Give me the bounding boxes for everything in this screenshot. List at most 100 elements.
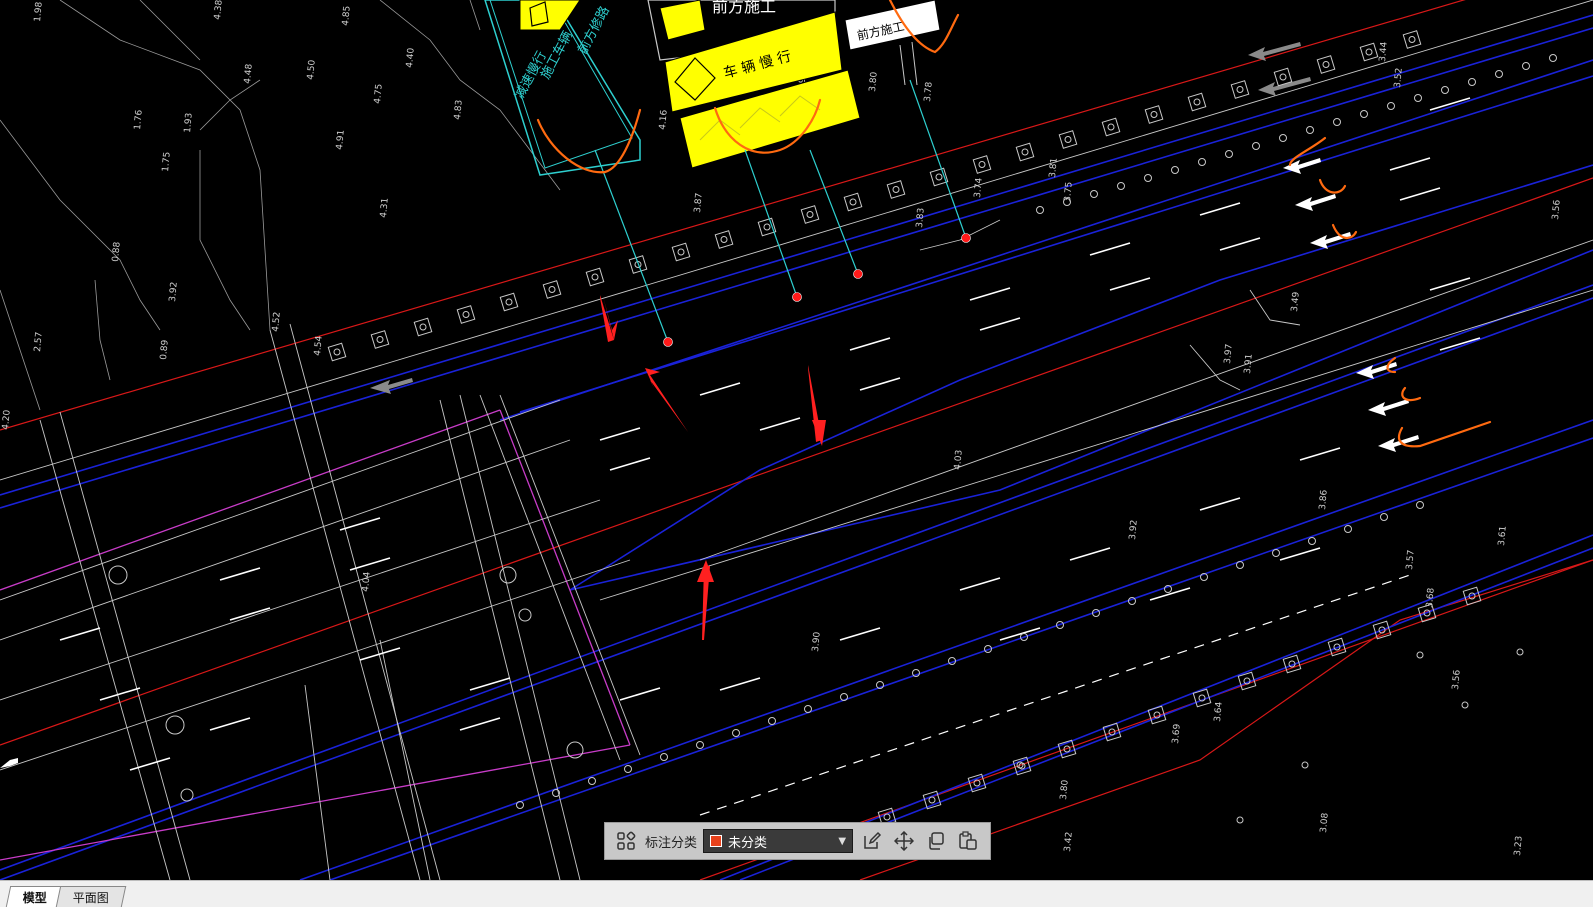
elevation-label: 3.90 bbox=[811, 631, 823, 652]
category-color-swatch bbox=[710, 835, 723, 847]
elevation-label: 3.91 bbox=[1243, 353, 1255, 374]
elevation-label: 3.52 bbox=[1393, 67, 1405, 88]
curb-square-dot bbox=[1322, 61, 1330, 68]
tree-circle bbox=[1198, 158, 1206, 166]
elevation-label: 3.57 bbox=[1405, 549, 1417, 570]
curb-square bbox=[1230, 80, 1250, 99]
curb-square bbox=[585, 267, 605, 287]
elevation-label: 4.54 bbox=[313, 335, 325, 356]
curb-square bbox=[1187, 92, 1207, 112]
elevation-label: 3.08 bbox=[1319, 812, 1331, 833]
tree-circle bbox=[1090, 190, 1098, 198]
tab-plan[interactable]: 平面图 bbox=[55, 886, 127, 907]
tree-circle bbox=[588, 777, 596, 785]
elevation-label: 3.56 bbox=[1551, 199, 1563, 220]
curb-square-dot bbox=[892, 186, 900, 193]
sign2-top: 前方施工 bbox=[712, 0, 776, 16]
tree-circle bbox=[1416, 651, 1424, 659]
curb-square-dot bbox=[935, 173, 943, 181]
curb-square bbox=[800, 205, 820, 224]
curb-square bbox=[1144, 105, 1164, 124]
elevation-label: 3.81 bbox=[1048, 157, 1060, 178]
curb-square bbox=[1058, 130, 1078, 149]
tree-circle bbox=[1380, 513, 1388, 521]
elevation-label: 3.92 bbox=[1128, 519, 1140, 540]
curb-square bbox=[370, 330, 390, 349]
elevation-label: 3.49 bbox=[1290, 291, 1302, 312]
tree-circle bbox=[1522, 62, 1530, 70]
curb-square-dot bbox=[1064, 136, 1072, 143]
elevation-label: 3.44 bbox=[1378, 41, 1390, 62]
lane-markings bbox=[59, 97, 1481, 771]
curb-square bbox=[1402, 30, 1422, 49]
elevation-label: 4.16 bbox=[658, 109, 670, 130]
tree-circle bbox=[1306, 126, 1314, 134]
annotation-toolbar: 标注分类 未分类 ▼ bbox=[604, 822, 991, 860]
elevation-label: 1.75 bbox=[161, 151, 173, 172]
paste-icon[interactable] bbox=[955, 828, 981, 854]
tree-circle bbox=[165, 715, 185, 735]
curb-square-dot bbox=[677, 248, 685, 256]
tree-circle bbox=[1279, 134, 1287, 142]
curb-square bbox=[929, 167, 949, 187]
tree-circle bbox=[732, 729, 740, 737]
curb-square bbox=[886, 180, 906, 199]
category-label: 标注分类 bbox=[645, 835, 698, 851]
grid-icon[interactable] bbox=[613, 828, 639, 854]
elevation-label: 4.91 bbox=[335, 129, 347, 150]
sign-one: 前方修路 施工车辆 减速慢行 bbox=[484, 0, 641, 176]
tree-circle bbox=[1333, 118, 1341, 126]
curb-square-dot bbox=[1107, 123, 1115, 131]
tab-model-label: 模型 bbox=[22, 890, 47, 905]
elevation-label: 4.83 bbox=[453, 99, 465, 120]
elevation-label: 3.83 bbox=[915, 207, 927, 228]
sign-two: 前方施工 车 辆 慢 行 bbox=[647, 0, 861, 169]
curb-square bbox=[542, 280, 562, 299]
curb-square-dot bbox=[1021, 148, 1029, 156]
tree-circle bbox=[1144, 174, 1152, 182]
elevation-label: 4.40 bbox=[405, 47, 417, 68]
tree-circle bbox=[1387, 102, 1395, 110]
move-icon[interactable] bbox=[891, 828, 917, 854]
tree-circles bbox=[108, 54, 1557, 824]
elevation-label: 4.38 bbox=[213, 0, 225, 20]
curb-square-dot bbox=[1193, 98, 1201, 106]
tree-circle bbox=[624, 765, 632, 773]
tree-circle bbox=[1117, 182, 1125, 190]
curb-square-dot bbox=[1365, 48, 1373, 56]
tree-circle bbox=[660, 753, 668, 761]
tree-circle bbox=[1441, 86, 1449, 94]
tree-circle bbox=[518, 608, 532, 622]
curb-square bbox=[327, 342, 347, 362]
tree-circle bbox=[1414, 94, 1422, 102]
curb-square-dot bbox=[419, 323, 427, 331]
elevation-label: 4.75 bbox=[373, 83, 385, 104]
cad-drawing[interactable]: 1.98 4.38 4.85 4.48 4.50 4.40 1.76 1.93 4.75 4.83… bbox=[0, 0, 1593, 880]
edit-icon[interactable] bbox=[859, 828, 885, 854]
curb-square-dot bbox=[978, 161, 986, 168]
sign-post-dots bbox=[663, 233, 971, 347]
tree-circle bbox=[1468, 78, 1476, 86]
curb-square-dot bbox=[1408, 36, 1416, 43]
curb-square-dot bbox=[763, 223, 771, 231]
copy-icon[interactable] bbox=[923, 828, 949, 854]
curb-square-dot bbox=[505, 298, 513, 306]
elevation-label: 3.86 bbox=[1318, 489, 1330, 510]
elevation-label: 3.23 bbox=[1513, 835, 1525, 856]
elevation-label: 4.85 bbox=[341, 5, 353, 26]
curb-square bbox=[671, 242, 691, 262]
elevation-label: 3.80 bbox=[868, 71, 880, 92]
tree-circle bbox=[804, 705, 812, 713]
elevation-label: 0.88 bbox=[111, 241, 123, 262]
tree-circle bbox=[696, 741, 704, 749]
curb-square-dot bbox=[806, 211, 814, 218]
tab-plan-label: 平面图 bbox=[72, 890, 109, 905]
cad-canvas[interactable]: 1.98 4.38 4.85 4.48 4.50 4.40 1.76 1.93 4.75 4.83… bbox=[0, 0, 1593, 880]
elevation-label: 3.64 bbox=[1213, 701, 1225, 722]
elevation-label: 3.68 bbox=[1425, 587, 1437, 608]
category-dropdown[interactable]: 未分类 ▼ bbox=[703, 829, 854, 853]
curb-square-dot bbox=[1279, 73, 1287, 81]
tree-circle bbox=[1252, 142, 1260, 150]
sign1-line1: 前方修路 bbox=[574, 3, 613, 56]
curb-square-dot bbox=[333, 348, 341, 356]
